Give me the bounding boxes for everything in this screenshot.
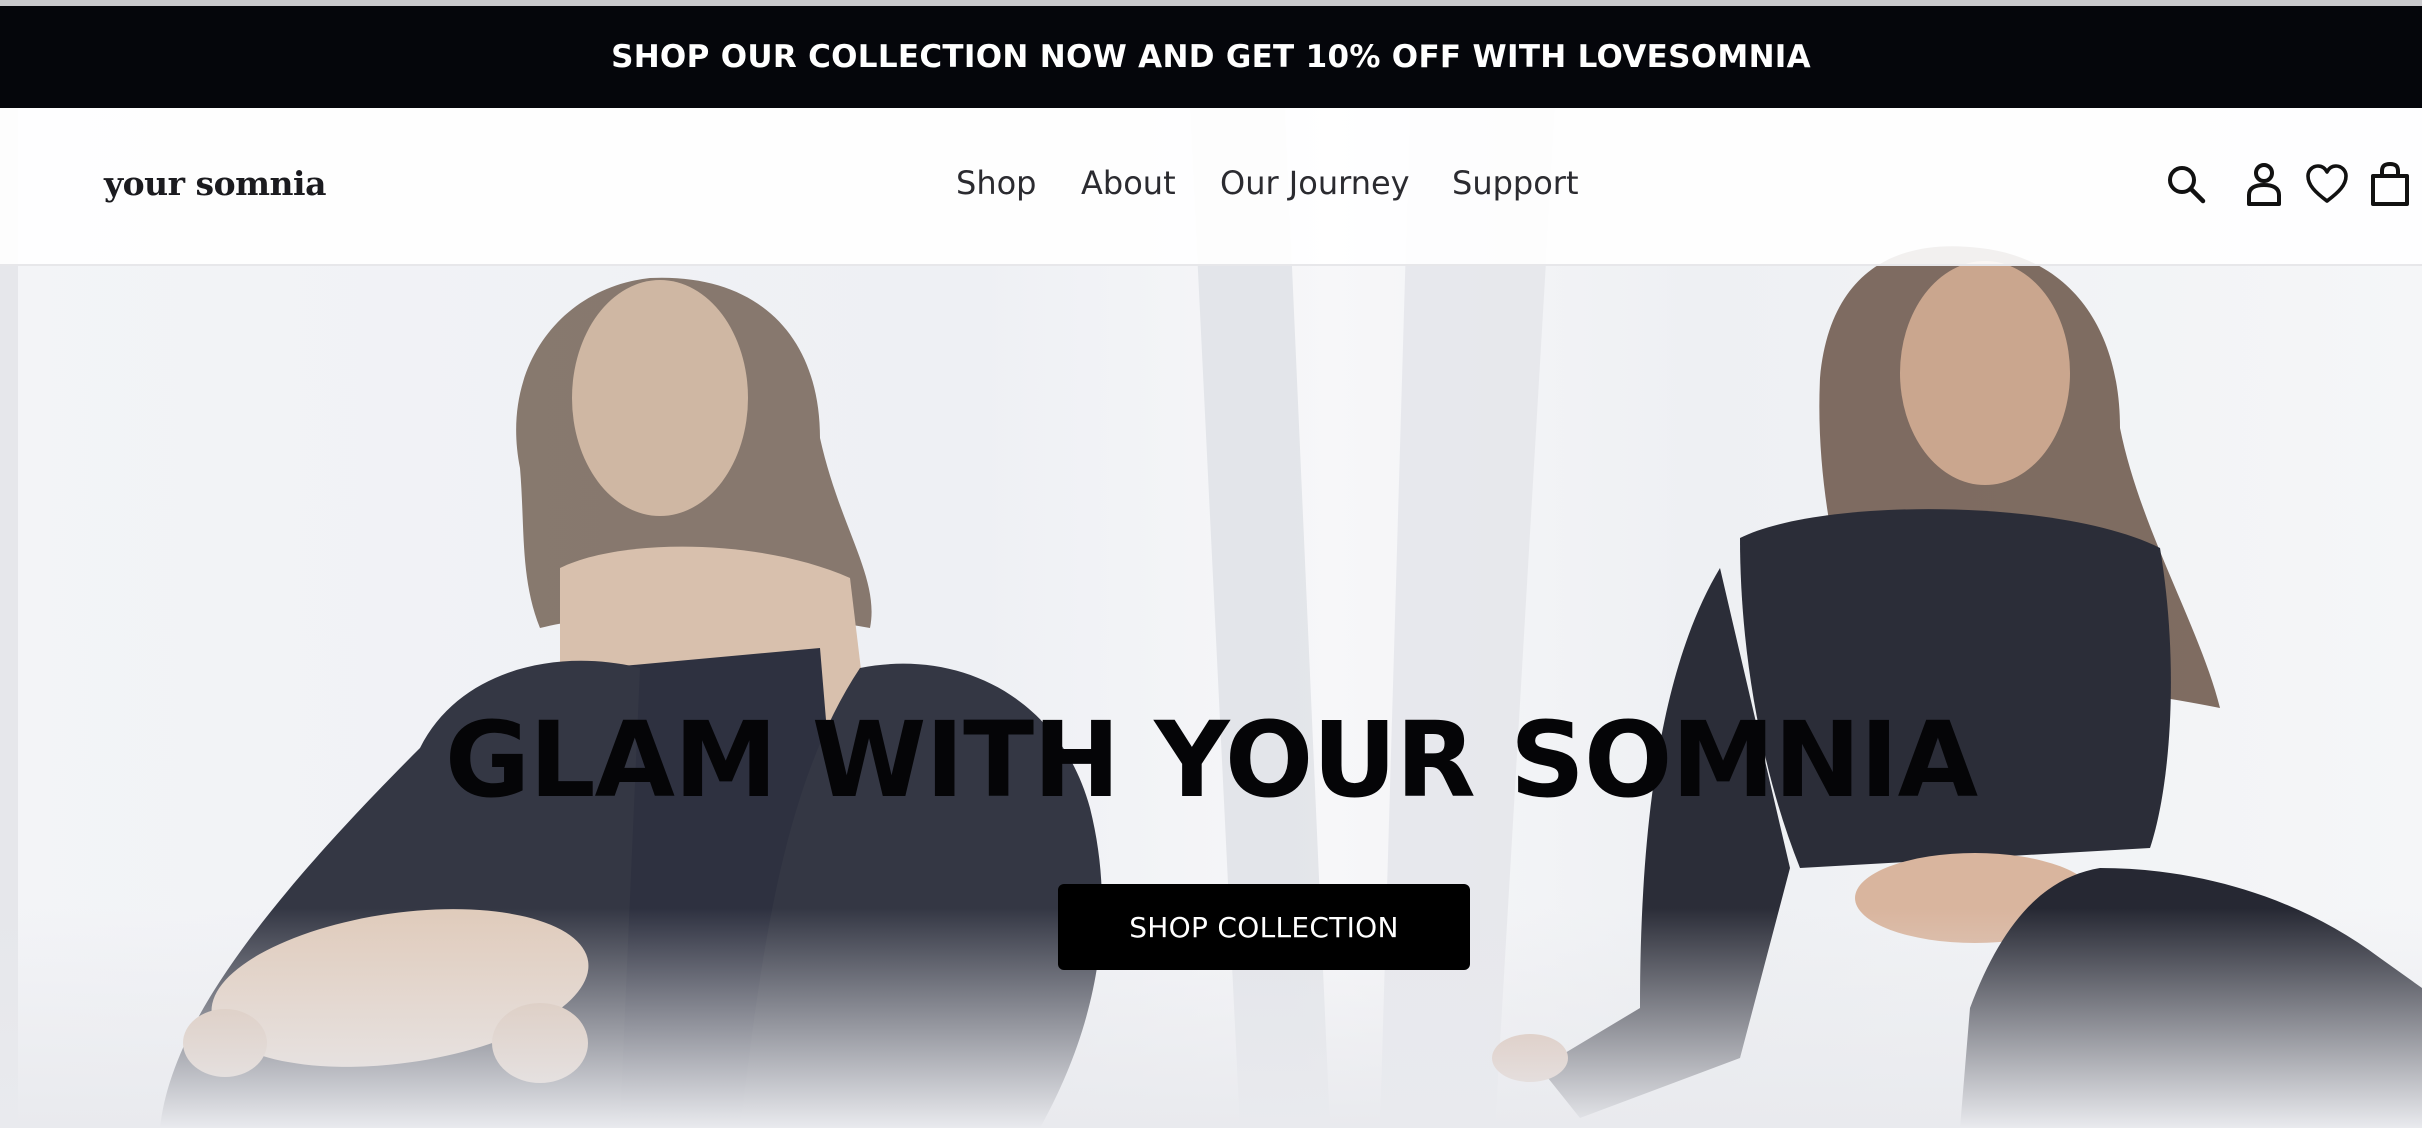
shop-collection-button[interactable]: SHOP COLLECTION (1058, 884, 1470, 970)
cart-icon[interactable] (2366, 158, 2414, 210)
nav-link-support[interactable]: Support (1452, 164, 1579, 202)
account-icon[interactable] (2240, 158, 2288, 210)
search-icon[interactable] (2162, 158, 2210, 210)
nav-link-our-journey[interactable]: Our Journey (1220, 164, 1410, 202)
nav-link-about[interactable]: About (1081, 164, 1176, 202)
wishlist-icon[interactable] (2303, 158, 2351, 210)
hero-title: GLAM WITH YOUR SOMNIA (444, 699, 1978, 821)
main-nav: Shop About Our Journey Support (0, 164, 2422, 208)
announcement-text: SHOP OUR COLLECTION NOW AND GET 10% OFF … (611, 39, 1811, 75)
announcement-bar[interactable]: SHOP OUR COLLECTION NOW AND GET 10% OFF … (0, 6, 2422, 108)
site-header: your somnia Shop About Our Journey Suppo… (0, 108, 2422, 266)
nav-link-shop[interactable]: Shop (956, 164, 1036, 202)
